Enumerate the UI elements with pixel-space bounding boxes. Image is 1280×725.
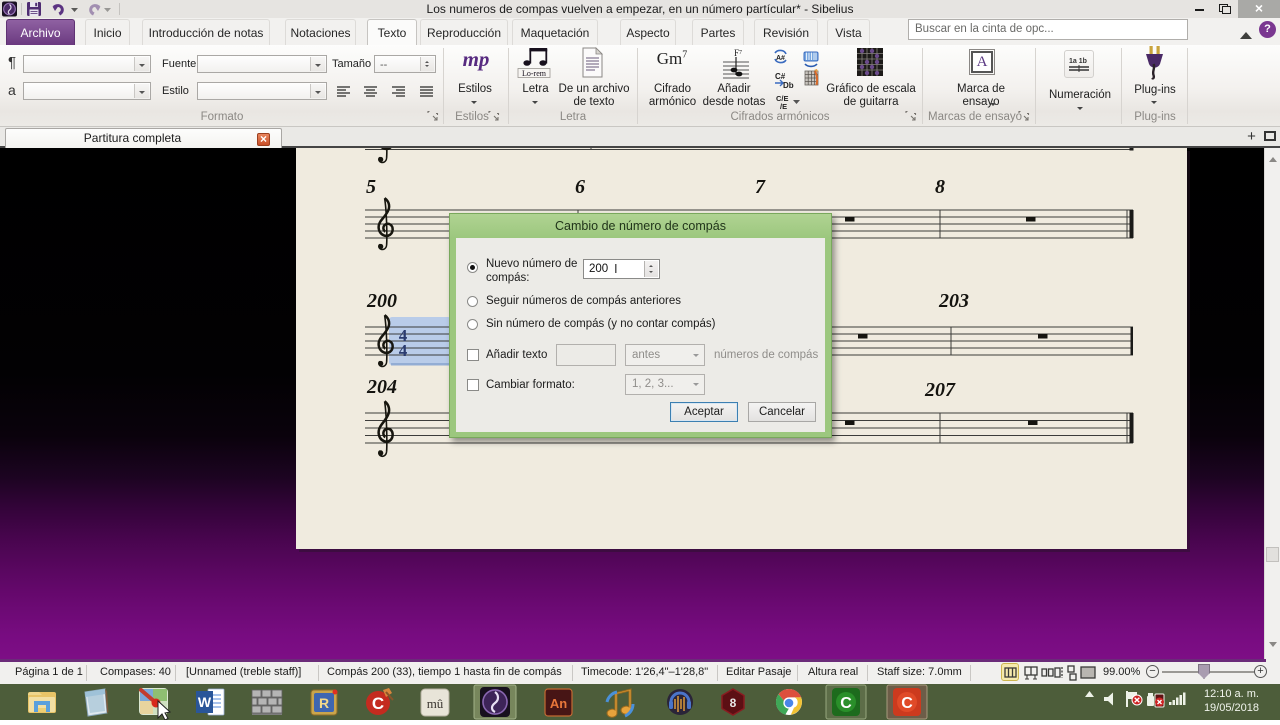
svg-text:C: C bbox=[901, 695, 913, 712]
svg-text:F7: F7 bbox=[734, 48, 742, 58]
svg-text:Db: Db bbox=[783, 81, 794, 90]
svg-text:204: 204 bbox=[366, 376, 397, 398]
svg-text:207: 207 bbox=[924, 379, 956, 401]
svg-text:C#: C# bbox=[775, 72, 786, 81]
svg-text:8: 8 bbox=[935, 176, 945, 198]
svg-text:7: 7 bbox=[755, 176, 766, 198]
svg-text:/E: /E bbox=[780, 102, 787, 111]
svg-text:5: 5 bbox=[366, 176, 376, 198]
svg-text:mû: mû bbox=[427, 696, 444, 711]
svg-text:8: 8 bbox=[730, 696, 737, 710]
svg-text:200: 200 bbox=[366, 290, 397, 312]
svg-text:203: 203 bbox=[938, 290, 969, 312]
svg-text:C: C bbox=[372, 694, 384, 713]
svg-text:Lo-rem: Lo-rem bbox=[522, 69, 547, 78]
svg-text:6: 6 bbox=[575, 176, 585, 198]
svg-text:An: An bbox=[550, 696, 567, 711]
svg-text:W: W bbox=[198, 694, 212, 710]
svg-text:R: R bbox=[319, 695, 329, 711]
svg-text:C: C bbox=[840, 695, 852, 712]
svg-text:4: 4 bbox=[399, 341, 408, 360]
svg-text:A#: A# bbox=[776, 55, 785, 62]
svg-text:C/E: C/E bbox=[776, 94, 789, 103]
